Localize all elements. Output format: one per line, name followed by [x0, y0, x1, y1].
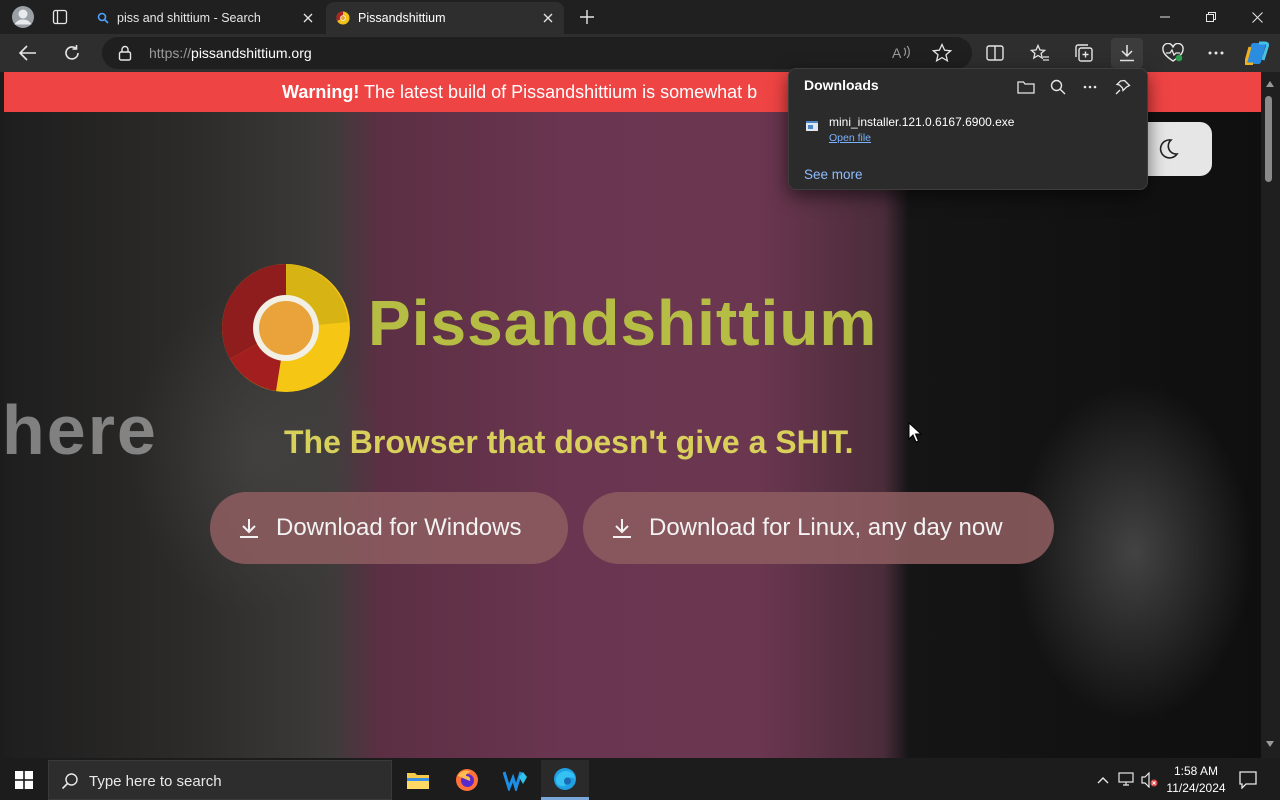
- lock-icon[interactable]: [118, 45, 132, 61]
- download-filename: mini_installer.121.0.6167.6900.exe: [829, 115, 1015, 129]
- pissandshittium-favicon: [336, 11, 350, 25]
- read-aloud-icon[interactable]: A: [892, 44, 912, 62]
- tab-pissandshittium[interactable]: Pissandshittium: [326, 2, 564, 34]
- download-windows-button[interactable]: Download for Windows: [210, 492, 568, 564]
- url-host: pissandshittium.org: [191, 45, 312, 61]
- notifications-icon[interactable]: [1236, 768, 1260, 792]
- download-item[interactable]: mini_installer.121.0.6167.6900.exe Open …: [803, 113, 1133, 149]
- download-icon: [238, 517, 260, 539]
- tab-title: Pissandshittium: [358, 11, 446, 25]
- downloads-title: Downloads: [804, 77, 879, 93]
- moon-icon: [1157, 138, 1179, 160]
- close-tab-icon[interactable]: [540, 10, 556, 26]
- open-file-link[interactable]: Open file: [829, 132, 871, 144]
- downloads-panel: Downloads mini_installer.121.0.6167.6900…: [788, 68, 1148, 190]
- copilot-icon[interactable]: [1242, 38, 1274, 68]
- mouse-cursor-icon: [908, 422, 922, 444]
- taskbar: Type here to search 1:58 AM 11/24/2024: [0, 760, 1280, 800]
- pissandshittium-logo: [220, 262, 352, 394]
- favorite-star-icon[interactable]: [932, 43, 952, 63]
- firefox-icon[interactable]: [443, 760, 491, 800]
- download-linux-button[interactable]: Download for Linux, any day now: [583, 492, 1054, 564]
- restore-button[interactable]: [1188, 0, 1234, 34]
- more-options-icon[interactable]: [1078, 75, 1102, 99]
- brand-name: Pissandshittium: [368, 287, 878, 359]
- tagline: The Browser that doesn't give a SHIT.: [284, 424, 854, 460]
- favorites-icon[interactable]: [1024, 38, 1056, 68]
- clock-date: 11/24/2024: [1166, 781, 1226, 795]
- scrollbar-thumb[interactable]: [1265, 96, 1272, 182]
- taskbar-search-box[interactable]: Type here to search: [48, 760, 392, 800]
- download-windows-label: Download for Windows: [276, 514, 522, 541]
- svg-text:A: A: [892, 45, 902, 61]
- search-favicon: [97, 12, 109, 24]
- close-tab-icon[interactable]: [300, 10, 316, 26]
- background-text: here: [4, 391, 158, 469]
- page-scrollbar[interactable]: [1261, 72, 1280, 758]
- url-scheme: https://: [149, 45, 192, 61]
- tab-bar: piss and shittium - Search Pissandshitti…: [0, 0, 1280, 34]
- open-folder-icon[interactable]: [1014, 75, 1038, 99]
- see-more-link[interactable]: See more: [804, 167, 863, 182]
- vertical-tabs-icon[interactable]: [45, 3, 75, 31]
- search-icon: [61, 772, 79, 790]
- collections-icon[interactable]: [1068, 38, 1100, 68]
- browser-essentials-icon[interactable]: [1157, 38, 1189, 68]
- warning-label: Warning!: [282, 82, 360, 102]
- back-button[interactable]: [12, 38, 44, 68]
- search-placeholder: Type here to search: [89, 773, 222, 790]
- chevron-up-icon[interactable]: [1093, 770, 1113, 790]
- volume-muted-icon[interactable]: [1140, 770, 1160, 790]
- new-tab-button[interactable]: [572, 3, 602, 31]
- close-window-button[interactable]: [1234, 0, 1280, 34]
- file-explorer-icon[interactable]: [394, 760, 442, 800]
- warning-text: Warning! The latest build of Pissandshit…: [282, 82, 757, 103]
- system-clock[interactable]: 1:58 AM 11/24/2024: [1160, 763, 1232, 797]
- minimize-button[interactable]: [1142, 0, 1188, 34]
- profile-avatar[interactable]: [8, 3, 38, 31]
- split-screen-icon[interactable]: [979, 38, 1011, 68]
- start-button[interactable]: [0, 760, 48, 800]
- installer-file-icon: [805, 119, 819, 133]
- search-downloads-icon[interactable]: [1046, 75, 1070, 99]
- warning-message: The latest build of Pissandshittium is s…: [359, 82, 758, 102]
- browser-toolbar: https://pissandshittium.org A: [0, 34, 1280, 72]
- downloads-icon[interactable]: [1111, 38, 1143, 68]
- download-icon: [611, 517, 633, 539]
- tab-title: piss and shittium - Search: [117, 11, 261, 25]
- clock-time: 1:58 AM: [1173, 764, 1219, 778]
- waterfox-icon[interactable]: [492, 760, 540, 800]
- more-icon[interactable]: [1200, 38, 1232, 68]
- download-linux-label: Download for Linux, any day now: [649, 514, 1003, 541]
- scroll-down-icon[interactable]: [1265, 740, 1275, 750]
- pin-icon[interactable]: [1111, 75, 1135, 99]
- tab-search[interactable]: piss and shittium - Search: [88, 2, 324, 34]
- refresh-button[interactable]: [56, 38, 88, 68]
- address-bar[interactable]: https://pissandshittium.org A: [102, 37, 972, 69]
- url-text: https://pissandshittium.org: [149, 45, 312, 61]
- scroll-up-icon[interactable]: [1265, 80, 1275, 90]
- edge-icon[interactable]: [541, 760, 589, 800]
- network-icon[interactable]: [1117, 770, 1137, 790]
